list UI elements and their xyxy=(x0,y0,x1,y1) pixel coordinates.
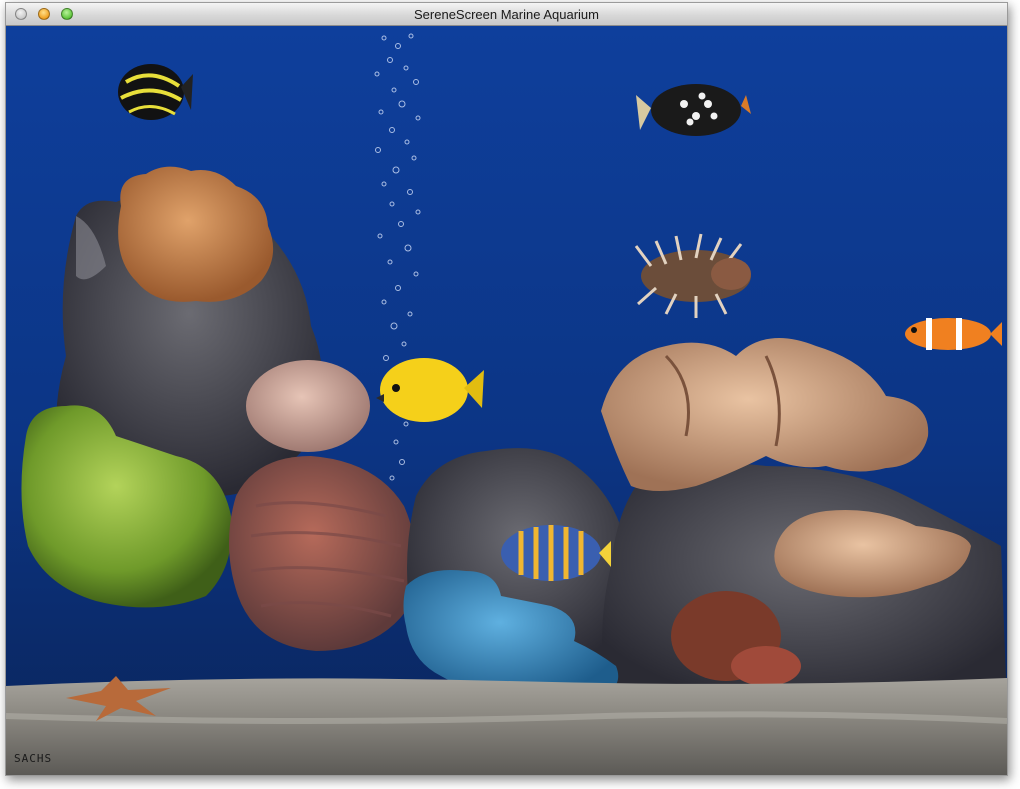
title-bar: SereneScreen Marine Aquarium xyxy=(6,3,1007,26)
aquarium-window: SereneScreen Marine Aquarium SACHS xyxy=(5,2,1008,776)
aquarium-scene xyxy=(6,26,1007,775)
window-title: SereneScreen Marine Aquarium xyxy=(414,7,599,22)
pink-coral xyxy=(246,360,370,452)
watermark-text: SACHS xyxy=(14,752,53,765)
